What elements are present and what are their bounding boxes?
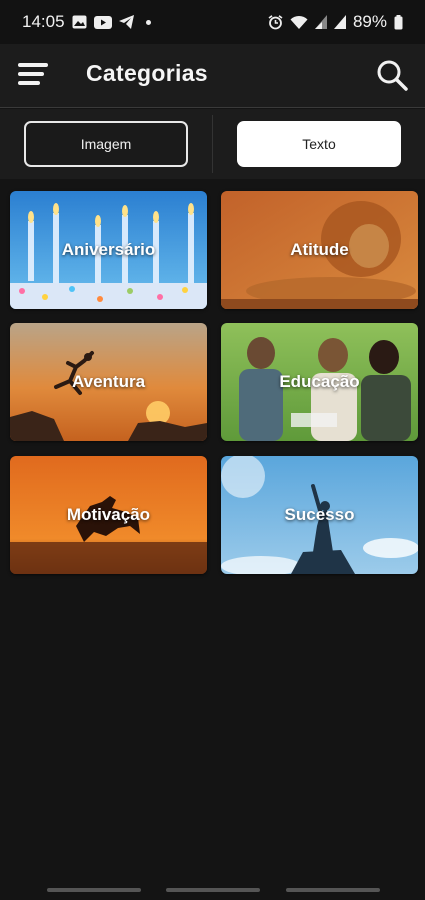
image-toggle-button[interactable]: Imagem [24, 121, 188, 167]
battery-percent: 89% [352, 12, 387, 31]
category-label: Sucesso [284, 505, 355, 524]
category-card-aniversario[interactable]: Aniversário [10, 191, 207, 309]
status-bar-right: 89% [268, 12, 403, 32]
toggle-divider [212, 115, 213, 173]
dot-icon [145, 19, 151, 25]
category-card-aventura[interactable]: Aventura [10, 323, 207, 441]
battery-icon [394, 14, 403, 29]
page-title: Categorias [86, 60, 208, 86]
category-label: Educação [279, 372, 360, 391]
category-label: Motivação [66, 505, 151, 524]
category-card-sucesso[interactable]: Sucesso [221, 456, 418, 574]
category-label: Atitude [290, 240, 349, 259]
gesture-nav-bar [0, 880, 425, 900]
search-icon[interactable] [375, 58, 409, 92]
nav-handle-left[interactable] [47, 888, 141, 892]
category-card-educacao[interactable]: Educação [221, 323, 418, 441]
category-card-atitude[interactable]: Atitude [221, 191, 418, 309]
category-grid: Aniversário Atitude Aventura Educação Mo… [0, 180, 425, 880]
signal-icon [314, 15, 327, 29]
category-label: Aventura [71, 372, 146, 391]
status-bar-left: 14:05 [22, 12, 151, 32]
youtube-icon [93, 15, 112, 29]
gallery-icon [72, 15, 87, 29]
nav-handle-center[interactable] [166, 888, 260, 892]
content-type-toggle: Imagem Texto [0, 109, 425, 179]
status-time: 14:05 [22, 12, 65, 31]
wifi-icon [290, 15, 308, 29]
signal-icon [333, 15, 346, 29]
category-card-motivacao[interactable]: Motivação [10, 456, 207, 574]
nav-handle-right[interactable] [286, 888, 380, 892]
text-toggle-button[interactable]: Texto [237, 121, 401, 167]
category-label: Aniversário [61, 240, 156, 259]
app-bar: Categorias [0, 44, 425, 108]
menu-icon[interactable] [16, 62, 50, 88]
alarm-icon [268, 14, 283, 29]
telegram-icon [118, 15, 134, 29]
status-bar: 14:05 89% [0, 0, 425, 44]
